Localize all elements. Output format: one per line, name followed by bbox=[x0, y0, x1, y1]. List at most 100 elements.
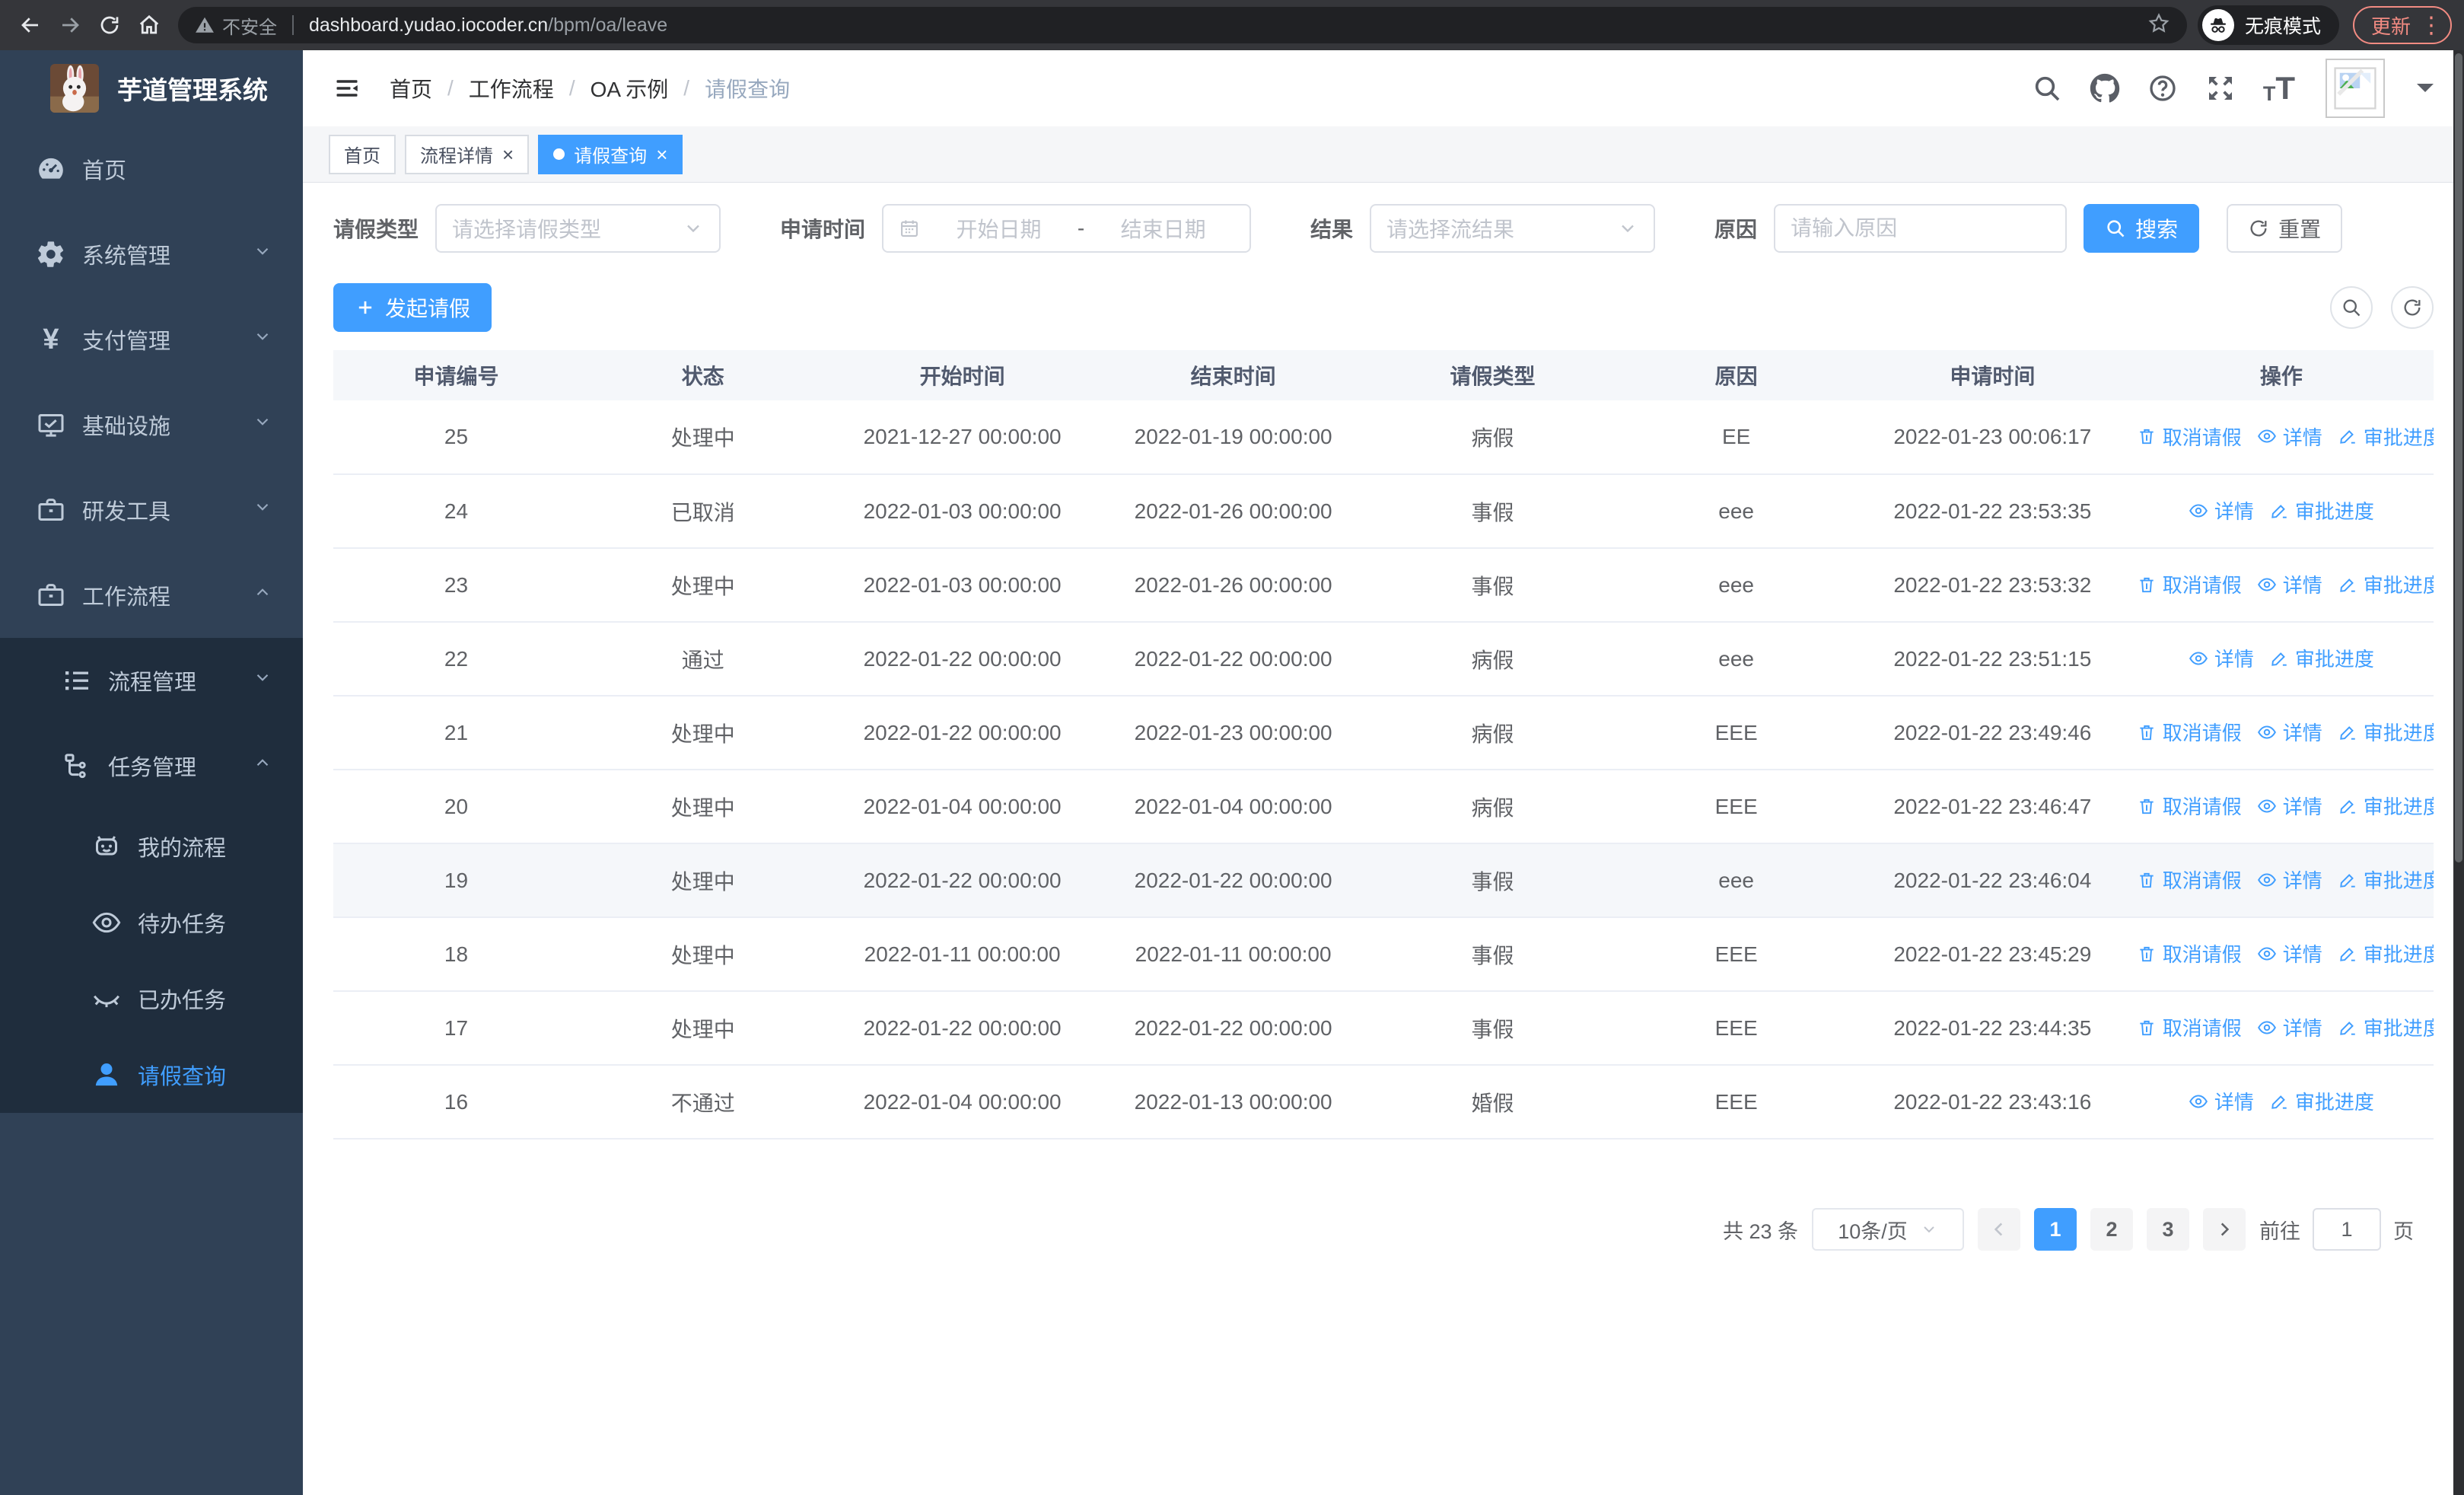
detail-action-link[interactable]: 详情 bbox=[2189, 1087, 2254, 1115]
page-button-3[interactable]: 3 bbox=[2147, 1208, 2189, 1251]
table-cell: 2022-01-22 23:44:35 bbox=[1855, 991, 2129, 1066]
home-icon[interactable] bbox=[131, 7, 167, 43]
result-select[interactable]: 请选择流结果 bbox=[1370, 204, 1656, 253]
fullscreen-icon[interactable] bbox=[2205, 73, 2236, 104]
detail-action-link[interactable]: 详情 bbox=[2257, 422, 2322, 451]
detail-action-link[interactable]: 详情 bbox=[2257, 792, 2322, 820]
reload-icon[interactable] bbox=[91, 7, 128, 43]
sidebar-item-todo-tasks[interactable]: 待办任务 bbox=[0, 885, 303, 961]
cancel-action-link[interactable]: 取消请假 bbox=[2137, 939, 2242, 967]
sidebar-item-system[interactable]: 系统管理 bbox=[0, 212, 303, 297]
tab-home[interactable]: 首页 bbox=[329, 134, 396, 174]
chevron-down-icon[interactable] bbox=[2417, 84, 2434, 100]
sidebar-item-label: 我的流程 bbox=[138, 837, 227, 861]
eye-icon bbox=[2257, 799, 2276, 813]
leave-type-select[interactable]: 请选择请假类型 bbox=[435, 204, 721, 253]
table-refresh-button[interactable] bbox=[2391, 286, 2434, 329]
scrollbar-thumb[interactable] bbox=[2455, 53, 2462, 862]
font-size-icon[interactable]: TT bbox=[2263, 72, 2295, 104]
bookmark-star-icon[interactable] bbox=[2147, 12, 2170, 39]
detail-action-link[interactable]: 详情 bbox=[2189, 496, 2254, 524]
detail-action-link[interactable]: 详情 bbox=[2257, 865, 2322, 894]
close-icon[interactable]: × bbox=[656, 145, 667, 164]
tab-leave-query[interactable]: 请假查询 × bbox=[538, 134, 683, 174]
detail-action-link[interactable]: 详情 bbox=[2257, 718, 2322, 746]
progress-action-link[interactable]: 审批进度 bbox=[2338, 718, 2434, 746]
detail-action-link[interactable]: 详情 bbox=[2257, 939, 2322, 967]
sidebar-item-devtools[interactable]: 研发工具 bbox=[0, 467, 303, 553]
header-actions: TT bbox=[2032, 59, 2434, 118]
page-size-select[interactable]: 10条/页 bbox=[1812, 1208, 1964, 1251]
table-cell: eee bbox=[1616, 622, 1856, 696]
sidebar-item-workflow[interactable]: 工作流程 bbox=[0, 553, 303, 638]
forward-icon[interactable] bbox=[52, 7, 88, 43]
cancel-action-link[interactable]: 取消请假 bbox=[2137, 718, 2242, 746]
back-icon[interactable] bbox=[12, 7, 49, 43]
progress-action-link[interactable]: 审批进度 bbox=[2338, 939, 2434, 967]
sidebar-item-my-process[interactable]: 我的流程 bbox=[0, 808, 303, 885]
reset-button[interactable]: 重置 bbox=[2227, 204, 2343, 253]
yen-icon: ¥ bbox=[43, 324, 59, 355]
detail-action-link[interactable]: 详情 bbox=[2257, 570, 2322, 598]
sidebar-item-home[interactable]: 首页 bbox=[0, 126, 303, 212]
progress-action-link[interactable]: 审批进度 bbox=[2338, 570, 2434, 598]
progress-action-link[interactable]: 审批进度 bbox=[2338, 422, 2434, 451]
create-leave-button[interactable]: 发起请假 bbox=[333, 283, 492, 332]
update-button[interactable]: 更新 ⋮ bbox=[2352, 6, 2452, 44]
cancel-action-link[interactable]: 取消请假 bbox=[2137, 865, 2242, 894]
logo[interactable]: 芋道管理系统 bbox=[0, 50, 303, 126]
sidebar-item-task-management[interactable]: 任务管理 bbox=[0, 723, 303, 808]
progress-action-link[interactable]: 审批进度 bbox=[2338, 865, 2434, 894]
page-button-1[interactable]: 1 bbox=[2034, 1208, 2077, 1251]
cancel-action-link[interactable]: 取消请假 bbox=[2137, 570, 2242, 598]
table-search-toggle-button[interactable] bbox=[2330, 286, 2373, 329]
github-icon[interactable] bbox=[2090, 73, 2120, 104]
pen-icon bbox=[2339, 578, 2355, 592]
progress-action-link[interactable]: 审批进度 bbox=[2269, 644, 2374, 672]
progress-action-link[interactable]: 审批进度 bbox=[2338, 1013, 2434, 1041]
sidebar-item-payment[interactable]: ¥ 支付管理 bbox=[0, 297, 303, 382]
help-icon[interactable] bbox=[2147, 73, 2178, 104]
table-cell: 已取消 bbox=[578, 474, 827, 549]
action-label: 审批进度 bbox=[2294, 648, 2374, 671]
eye-icon bbox=[2257, 873, 2276, 887]
progress-action-link[interactable]: 审批进度 bbox=[2338, 792, 2434, 820]
scrollbar[interactable] bbox=[2453, 50, 2464, 1495]
detail-action-link[interactable]: 详情 bbox=[2189, 644, 2254, 672]
sidebar-item-process-management[interactable]: 流程管理 bbox=[0, 638, 303, 723]
progress-action-link[interactable]: 审批进度 bbox=[2269, 1087, 2374, 1115]
detail-action-link[interactable]: 详情 bbox=[2257, 1013, 2322, 1041]
cancel-action-link[interactable]: 取消请假 bbox=[2137, 792, 2242, 820]
trash-icon bbox=[2140, 725, 2154, 740]
search-icon bbox=[2107, 220, 2125, 237]
breadcrumb-workflow[interactable]: 工作流程 bbox=[469, 73, 554, 104]
sidebar-item-leave-query[interactable]: 请假查询 bbox=[0, 1037, 303, 1113]
apply-time-range-picker[interactable]: 开始日期 - 结束日期 bbox=[882, 204, 1252, 253]
browser-menu-icon[interactable]: ⋮ bbox=[2420, 12, 2443, 39]
avatar[interactable] bbox=[2326, 59, 2385, 118]
sidebar-item-label: 待办任务 bbox=[138, 913, 227, 937]
select-placeholder: 请选择请假类型 bbox=[452, 218, 602, 241]
sidebar-item-done-tasks[interactable]: 已办任务 bbox=[0, 961, 303, 1037]
chevron-up-icon bbox=[253, 582, 272, 608]
pen-icon bbox=[2339, 873, 2355, 888]
search-icon[interactable] bbox=[2032, 73, 2062, 104]
prev-page-button[interactable] bbox=[1978, 1208, 2020, 1251]
sidebar-collapse-icon[interactable] bbox=[333, 75, 361, 102]
page-button-2[interactable]: 2 bbox=[2090, 1208, 2133, 1251]
breadcrumb-oa-example[interactable]: OA 示例 bbox=[591, 73, 669, 104]
address-bar[interactable]: 不安全 dashboard.yudao.iocoder.cn/bpm/oa/le… bbox=[178, 7, 2187, 43]
sidebar-item-infrastructure[interactable]: 基础设施 bbox=[0, 382, 303, 467]
reason-input[interactable] bbox=[1791, 216, 2051, 241]
action-label: 详情 bbox=[2214, 500, 2254, 524]
progress-action-link[interactable]: 审批进度 bbox=[2269, 496, 2374, 524]
cancel-action-link[interactable]: 取消请假 bbox=[2137, 1013, 2242, 1041]
goto-page-input[interactable] bbox=[2313, 1208, 2381, 1251]
search-button[interactable]: 搜索 bbox=[2084, 204, 2200, 253]
breadcrumb-home[interactable]: 首页 bbox=[390, 73, 432, 104]
tab-process-detail[interactable]: 流程详情 × bbox=[405, 134, 530, 174]
cancel-action-link[interactable]: 取消请假 bbox=[2137, 422, 2242, 451]
actions-cell: 详情 审批进度 bbox=[2128, 474, 2434, 549]
close-icon[interactable]: × bbox=[502, 145, 514, 164]
next-page-button[interactable] bbox=[2203, 1208, 2246, 1251]
